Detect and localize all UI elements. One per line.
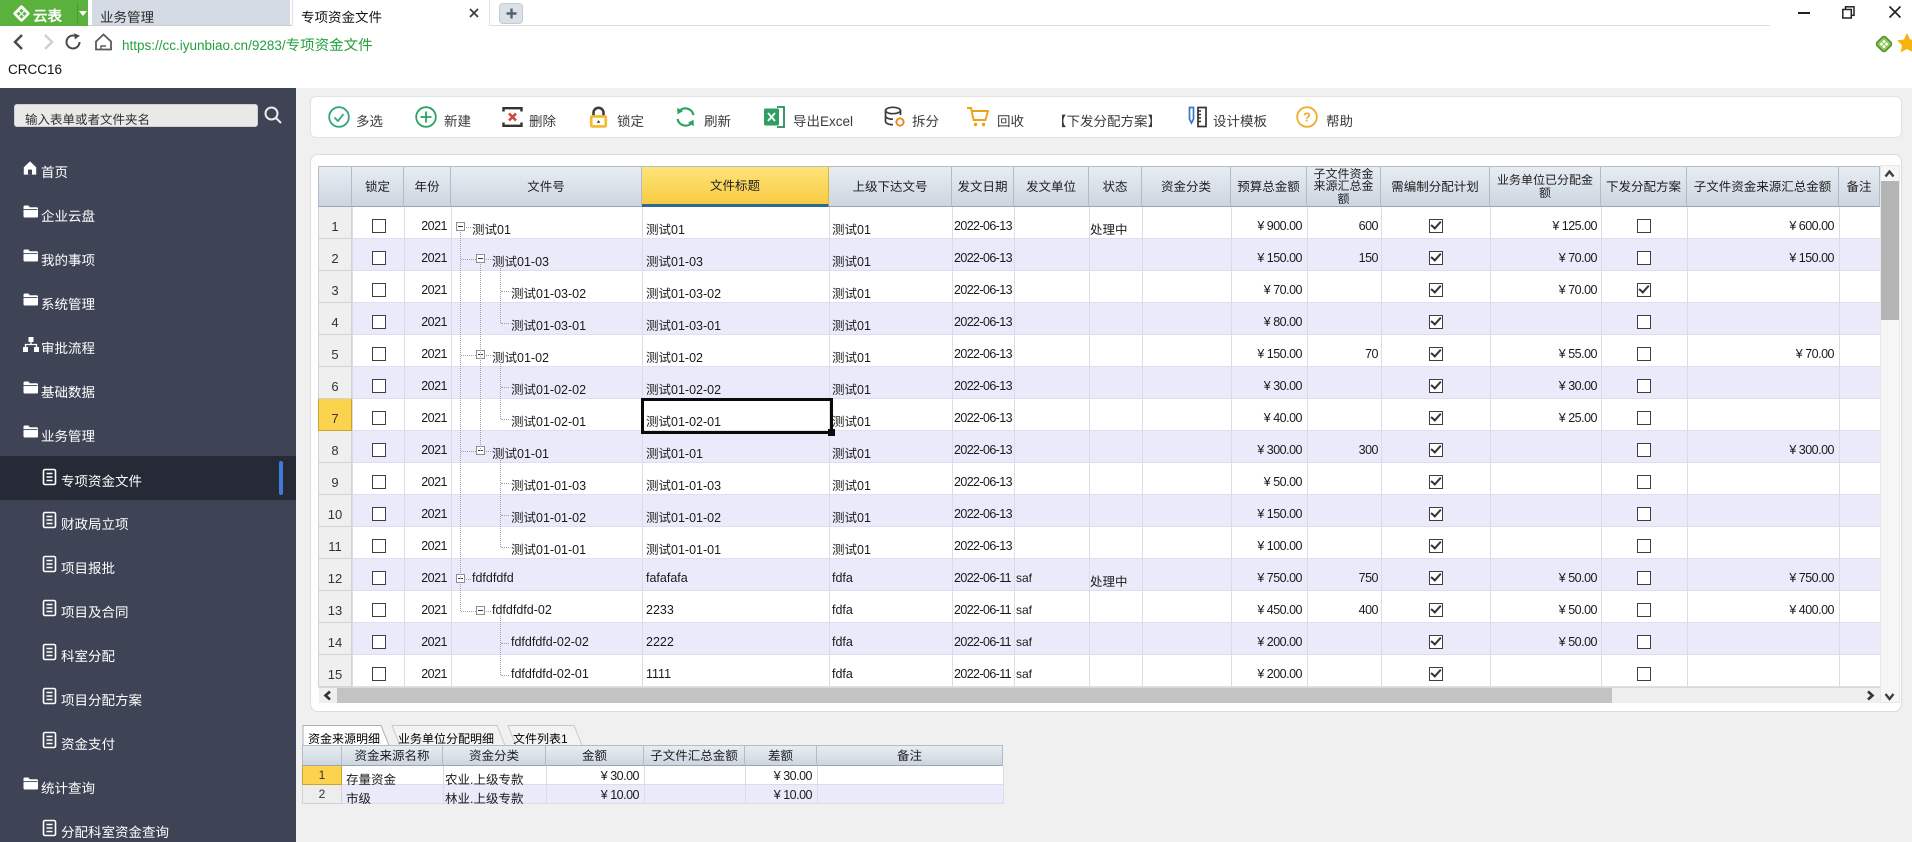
svg-text:?: ? <box>1303 110 1311 125</box>
